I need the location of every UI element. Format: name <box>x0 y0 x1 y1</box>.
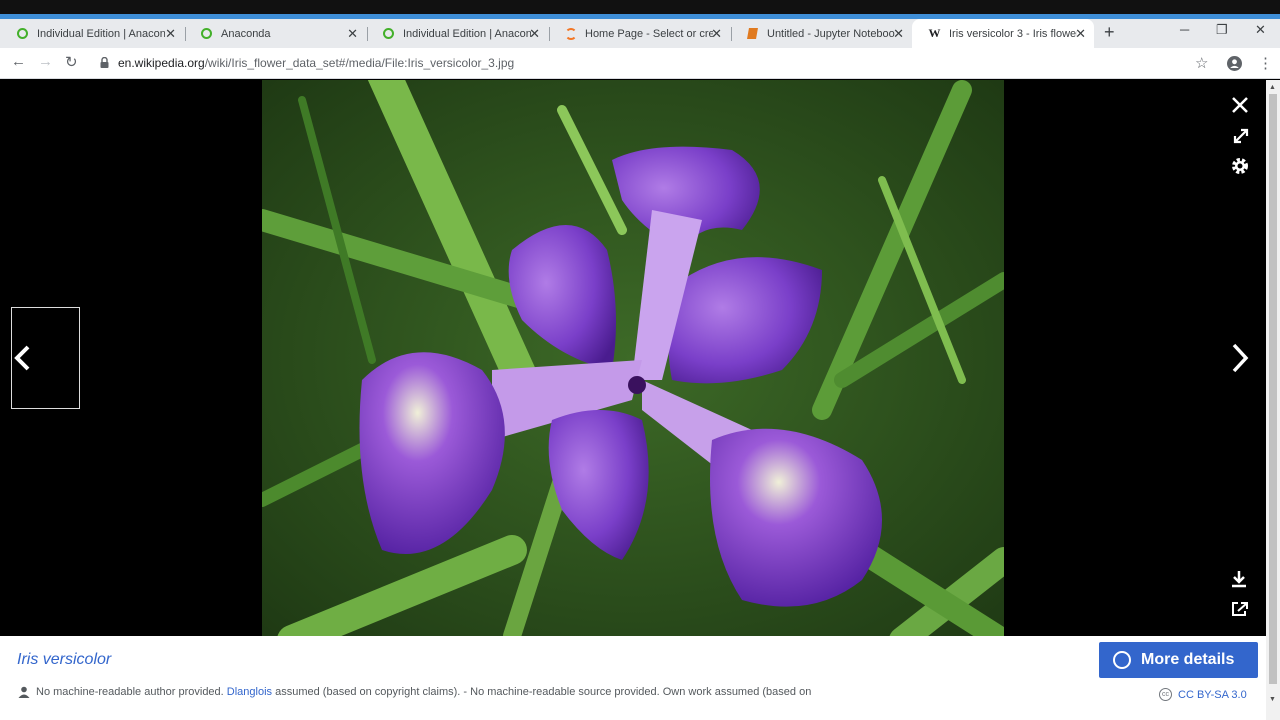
image-title-link[interactable]: Iris versicolor <box>17 651 111 669</box>
window-close-icon[interactable]: ✕ <box>1255 22 1266 38</box>
profile-icon[interactable] <box>1227 56 1242 71</box>
close-tab-icon[interactable]: ✕ <box>1075 26 1086 42</box>
bookmark-star-icon[interactable]: ☆ <box>1195 54 1208 72</box>
chevron-right-icon[interactable] <box>1229 342 1251 374</box>
address-bar: ← → ↻ en.wikipedia.org/wiki/Iris_flower_… <box>0 48 1280 79</box>
anaconda-icon <box>200 27 213 40</box>
close-tab-icon[interactable]: ✕ <box>529 26 540 42</box>
anaconda-icon <box>382 27 395 40</box>
anaconda-icon <box>16 27 29 40</box>
attribution-suffix: assumed (based on copyright claims). - N… <box>275 686 812 698</box>
info-icon <box>1113 651 1131 669</box>
license-link[interactable]: cc CC BY-SA 3.0 <box>1159 688 1247 701</box>
tab-wikipedia-active[interactable]: W Iris versicolor 3 - Iris flower d ✕ <box>912 19 1094 48</box>
close-tab-icon[interactable]: ✕ <box>711 26 722 42</box>
reload-icon[interactable]: ↻ <box>65 53 78 71</box>
minimize-icon[interactable]: ─ <box>1180 22 1189 37</box>
tab-label: Iris versicolor 3 - Iris flower d <box>949 27 1077 40</box>
tab-jupyter-notebook[interactable]: Untitled - Jupyter Notebook ✕ <box>730 19 912 48</box>
tab-anaconda-2[interactable]: Anaconda ✕ <box>184 19 366 48</box>
more-details-label: More details <box>1141 651 1235 668</box>
cc-icon: cc <box>1159 688 1172 701</box>
forward-icon[interactable]: → <box>38 53 53 70</box>
download-icon[interactable] <box>1231 570 1247 588</box>
window-top-strip <box>0 0 1280 14</box>
menu-kebab-icon[interactable]: ⋮ <box>1258 54 1273 72</box>
author-link[interactable]: Dlanglois <box>227 686 272 698</box>
close-tab-icon[interactable]: ✕ <box>347 26 358 42</box>
viewer-footer: Iris versicolor More details No machine-… <box>0 636 1266 720</box>
attribution-prefix: No machine-readable author provided. <box>36 686 224 698</box>
page-scrollbar[interactable]: ▲ ▼ <box>1266 80 1280 720</box>
tab-label: Untitled - Jupyter Notebook <box>767 27 895 40</box>
chevron-left-icon[interactable] <box>12 345 34 371</box>
restore-icon[interactable]: ❐ <box>1216 22 1228 38</box>
close-tab-icon[interactable]: ✕ <box>893 26 904 42</box>
lock-icon <box>100 57 109 68</box>
license-label: CC BY-SA 3.0 <box>1178 688 1247 701</box>
url-domain: en.wikipedia.org <box>118 56 205 70</box>
tab-jupyter-home[interactable]: Home Page - Select or create ✕ <box>548 19 730 48</box>
tab-anaconda-3[interactable]: Individual Edition | Anaconda ✕ <box>366 19 548 48</box>
new-tab-icon[interactable]: + <box>1104 22 1115 43</box>
jupyter-icon <box>564 27 577 40</box>
url-path: /wiki/Iris_flower_data_set#/media/File:I… <box>204 56 515 70</box>
tab-bar: Individual Edition | Anaconda ✕ Anaconda… <box>0 19 1280 48</box>
media-viewer <box>0 80 1266 636</box>
tab-label: Home Page - Select or create <box>585 27 713 40</box>
wikipedia-icon: W <box>928 26 941 40</box>
back-icon[interactable]: ← <box>11 53 26 70</box>
close-icon[interactable] <box>1231 96 1249 114</box>
tab-anaconda-1[interactable]: Individual Edition | Anaconda ✕ <box>0 19 184 48</box>
tab-label: Individual Edition | Anaconda <box>37 27 165 40</box>
url-field[interactable]: en.wikipedia.org/wiki/Iris_flower_data_s… <box>118 56 514 70</box>
fullscreen-icon[interactable] <box>1232 127 1250 145</box>
tab-label: Anaconda <box>221 27 271 40</box>
share-icon[interactable] <box>1231 601 1249 617</box>
tab-label: Individual Edition | Anaconda <box>403 27 531 40</box>
gear-icon[interactable] <box>1230 156 1250 176</box>
scroll-down-icon[interactable]: ▼ <box>1269 696 1276 703</box>
author-icon <box>18 686 30 698</box>
iris-photo <box>262 80 1004 636</box>
close-tab-icon[interactable]: ✕ <box>165 26 176 42</box>
notebook-icon <box>746 27 759 40</box>
scroll-up-icon[interactable]: ▲ <box>1269 84 1276 91</box>
attribution-line: No machine-readable author provided. Dla… <box>18 686 811 698</box>
more-details-button[interactable]: More details <box>1099 642 1258 678</box>
scrollbar-thumb[interactable] <box>1269 94 1277 684</box>
